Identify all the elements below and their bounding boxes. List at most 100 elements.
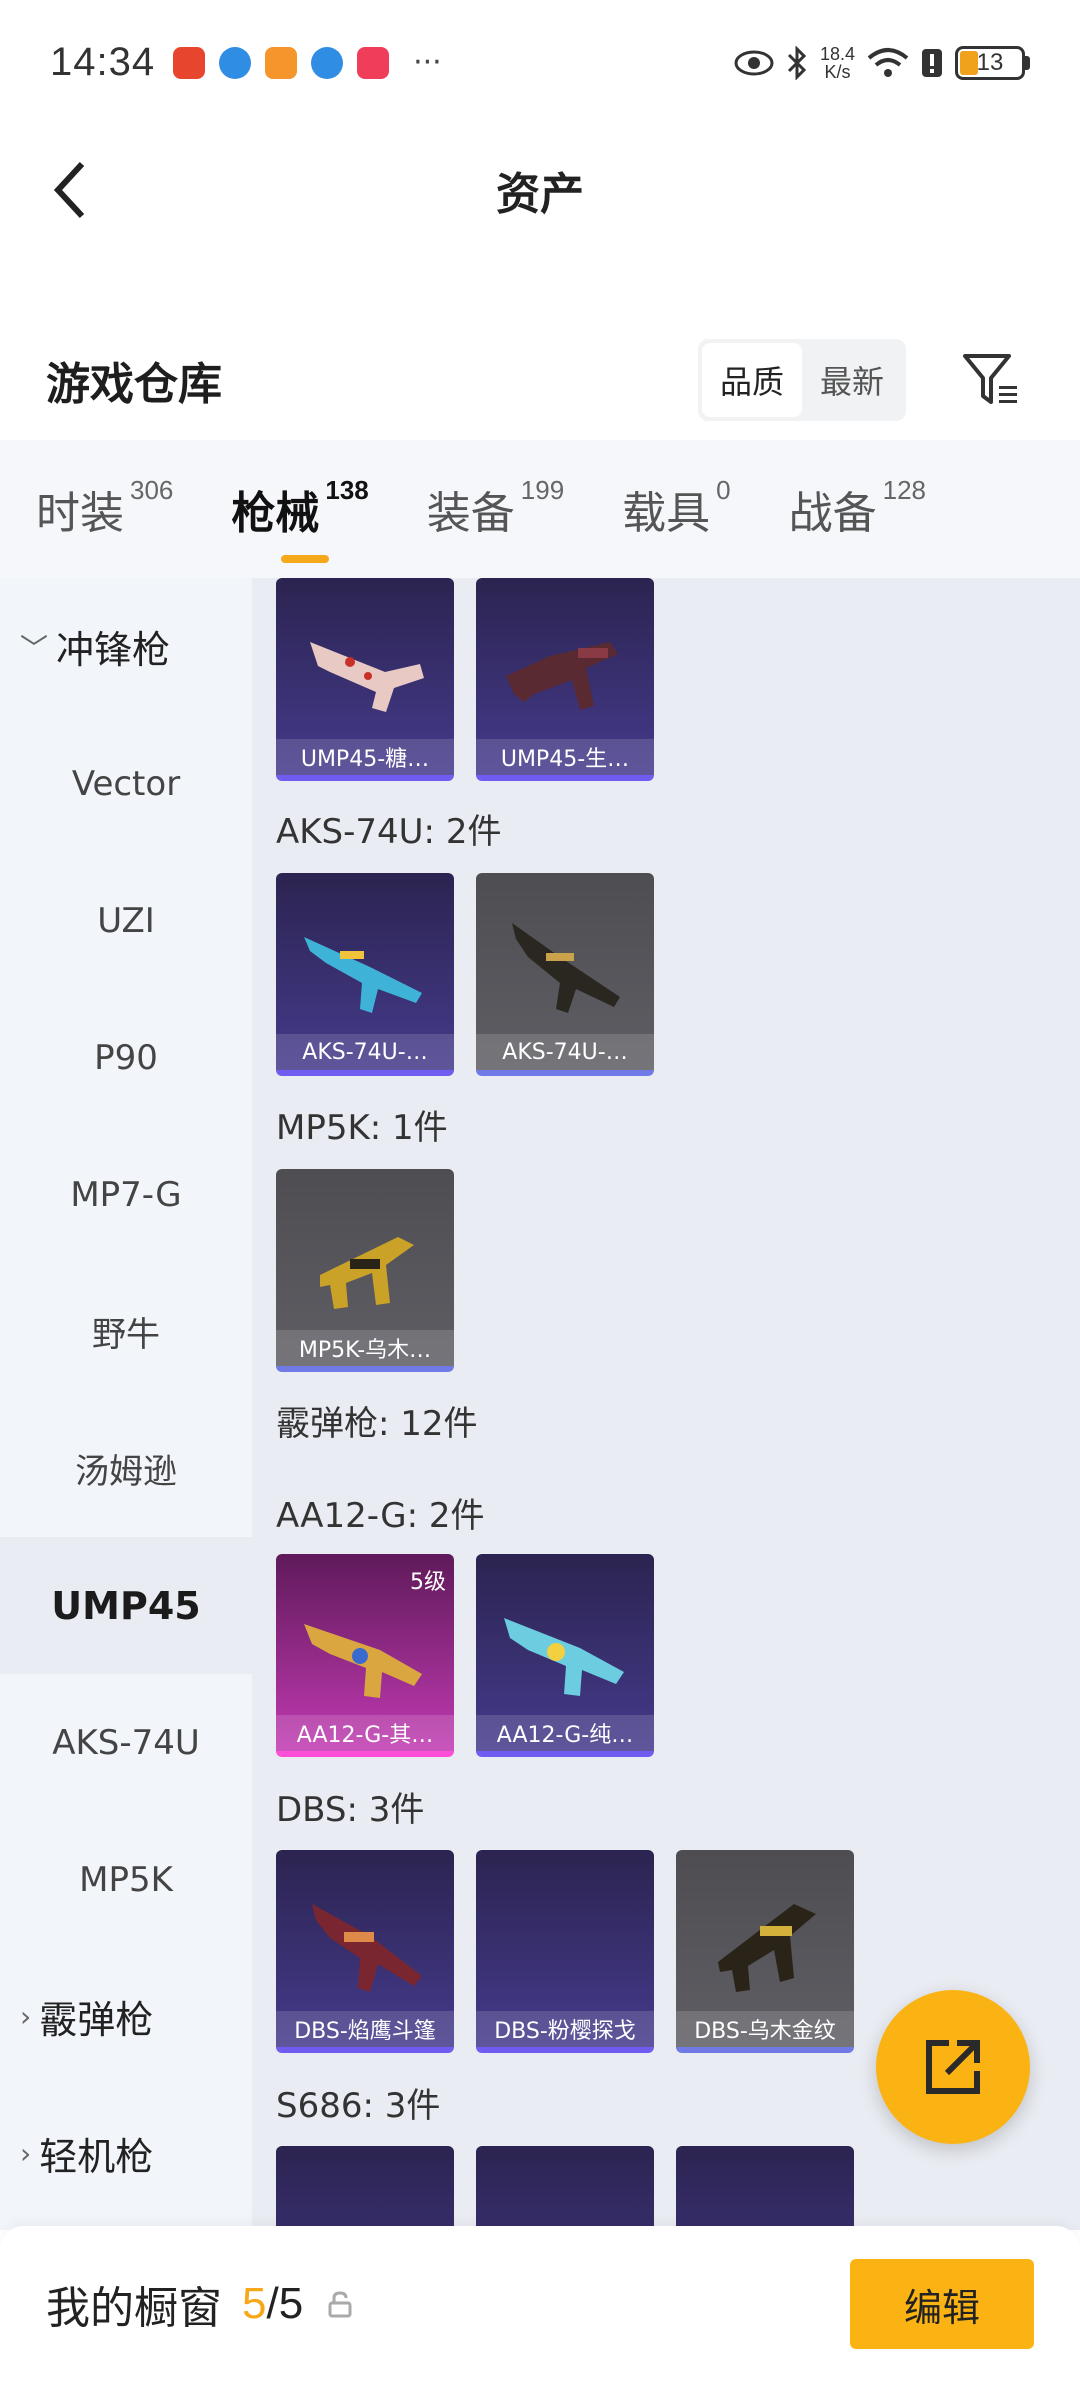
weapon-card[interactable]: AKS-74U-… (276, 873, 454, 1076)
sidebar-item-label: P90 (94, 1037, 158, 1078)
speed-value: 18.4 (819, 43, 855, 64)
sort-quality-option[interactable]: 品质 (701, 343, 802, 417)
browser-icon (219, 46, 252, 79)
tab-gear[interactable]: 战备 128 (789, 475, 927, 541)
sidebar-item-bizon[interactable]: 野牛 (0, 1263, 252, 1400)
showcase-bar: 我的橱窗 5/5 编辑 (0, 2226, 1080, 2382)
weapon-card[interactable] (276, 2146, 454, 2230)
weapon-card-name: DBS-焰鹰斗篷 (276, 2011, 454, 2047)
smg-icon (320, 1237, 414, 1309)
filter-icon (963, 354, 1017, 404)
filter-button[interactable] (958, 347, 1024, 413)
weapon-card[interactable]: AKS-74U-… (476, 873, 654, 1076)
status-bar: 14:34 ··· 18.4 K/s 13 (0, 0, 1080, 125)
sidebar-item-label: UZI (97, 900, 155, 941)
weapon-card[interactable]: AA12-G-纯… (476, 1554, 654, 1757)
weapon-card-name: UMP45-生… (476, 739, 654, 775)
shotgun-icon (304, 1624, 422, 1698)
sidebar-item-mp5k[interactable]: MP5K (0, 1811, 252, 1948)
weapon-category-sidebar: ﹀ 冲锋枪 Vector UZI P90 MP7-G 野牛 汤姆逊 UMP45 … (0, 578, 252, 2230)
rifle-icon (304, 937, 422, 1013)
sidebar-item-thompson[interactable]: 汤姆逊 (0, 1400, 252, 1537)
sidebar-group-shotgun[interactable]: › 霰弹枪 (0, 1948, 252, 2085)
tab-count: 138 (325, 475, 369, 505)
showcase-separator: / (266, 2279, 279, 2328)
rifle-icon (512, 923, 620, 1013)
smg-icon (506, 642, 618, 710)
tab-count: 128 (882, 475, 927, 505)
section-title-aks74u: AKS-74U: 2件 (276, 812, 502, 852)
section-title-s686: S686: 3件 (276, 2086, 441, 2126)
weapon-card-name: AA12-G-纯… (476, 1715, 654, 1751)
sidebar-item-aks74u[interactable]: AKS-74U (0, 1674, 252, 1811)
tab-label: 载具 (622, 488, 711, 539)
showcase-used: 5 (242, 2279, 267, 2328)
edit-button-label: 编辑 (903, 2285, 980, 2330)
weapon-card[interactable]: DBS-焰鹰斗篷 (276, 1850, 454, 2053)
sim-alert-icon (922, 48, 942, 77)
sidebar-item-uzi[interactable]: UZI (0, 852, 252, 989)
active-tab-indicator (281, 555, 330, 563)
sidebar-item-ump45[interactable]: UMP45 (0, 1537, 252, 1674)
weapon-card[interactable]: 5级 AA12-G-其… (276, 1554, 454, 1757)
notification-app-icon (173, 46, 206, 79)
sidebar-group-smg[interactable]: ﹀ 冲锋枪 (0, 578, 252, 715)
shotgun-icon (312, 1904, 422, 1992)
weapon-grid: UMP45-糖… UMP45-生… AKS-74U: 2件 AKS-74U-… … (252, 578, 1080, 2230)
wifi-icon (867, 47, 909, 77)
smg-icon (310, 642, 424, 712)
sidebar-item-label: MP5K (79, 1859, 173, 1900)
weapon-card[interactable]: UMP45-糖… (276, 578, 454, 781)
sidebar-item-label: 轻机枪 (39, 2135, 154, 2179)
warehouse-header: 游戏仓库 品质 最新 (0, 320, 1080, 440)
weapon-card[interactable] (676, 2146, 854, 2230)
weapon-card[interactable]: MP5K-乌木… (276, 1169, 454, 1372)
showcase-count: 5/5 (242, 2279, 303, 2329)
tab-vehicles[interactable]: 载具 0 (622, 475, 731, 541)
sidebar-item-label: 野牛 (92, 1315, 160, 1355)
battery-icon: 13 (955, 45, 1030, 80)
share-button[interactable] (876, 1990, 1030, 2144)
tab-fashion[interactable]: 时装 306 (36, 475, 173, 541)
showcase-total: 5 (278, 2279, 304, 2328)
edit-button[interactable]: 编辑 (850, 2259, 1034, 2349)
sidebar-item-label: MP7-G (70, 1174, 182, 1215)
tab-label: 时装 (36, 488, 124, 539)
status-system-icons: 18.4 K/s 13 (734, 45, 1030, 81)
weapon-card-name: AKS-74U-… (476, 1034, 654, 1070)
chevron-right-icon: › (20, 2000, 32, 2033)
weapon-card[interactable]: DBS-乌木金纹 (676, 1850, 854, 2053)
sidebar-item-p90[interactable]: P90 (0, 989, 252, 1126)
network-speed: 18.4 K/s (820, 45, 855, 81)
weapon-card-name: DBS-粉樱探戈 (476, 2011, 654, 2047)
shopping-bag-icon (357, 46, 390, 79)
sidebar-item-label: UMP45 (51, 1583, 201, 1628)
tab-firearms[interactable]: 枪械 138 (231, 475, 369, 563)
weapon-card-name: MP5K-乌木… (276, 1330, 454, 1366)
weapon-card-name: AA12-G-其… (276, 1715, 454, 1751)
sidebar-item-label: 冲锋枪 (56, 628, 171, 672)
sidebar-item-label: AKS-74U (52, 1722, 200, 1763)
browser-icon (311, 46, 344, 79)
status-notification-icons: ··· (173, 45, 442, 80)
sidebar-item-mp7g[interactable]: MP7-G (0, 1126, 252, 1263)
tab-count: 0 (716, 475, 731, 505)
weapon-card[interactable]: DBS-粉樱探戈 (476, 1850, 654, 2053)
sidebar-item-label: Vector (71, 763, 181, 804)
section-title-dbs: DBS: 3件 (276, 1790, 425, 1830)
share-icon (926, 2040, 980, 2094)
sort-newest-option[interactable]: 最新 (802, 343, 902, 417)
bluetooth-icon (787, 45, 807, 80)
weapon-card[interactable] (476, 2146, 654, 2230)
weapon-card[interactable]: UMP45-生… (476, 578, 654, 781)
sidebar-group-lmg[interactable]: › 轻机枪 (0, 2085, 252, 2222)
unlock-icon (328, 2291, 352, 2318)
sidebar-item-label: 霰弹枪 (39, 1998, 154, 2042)
section-title-aa12g: AA12-G: 2件 (276, 1496, 485, 1536)
weapon-card-name: AKS-74U-… (276, 1034, 454, 1070)
status-time: 14:34 (50, 40, 156, 84)
back-button[interactable] (40, 155, 100, 225)
sidebar-item-vector[interactable]: Vector (0, 715, 252, 852)
sort-toggle: 品质 最新 (697, 339, 906, 421)
tab-equipment[interactable]: 装备 199 (427, 475, 564, 541)
